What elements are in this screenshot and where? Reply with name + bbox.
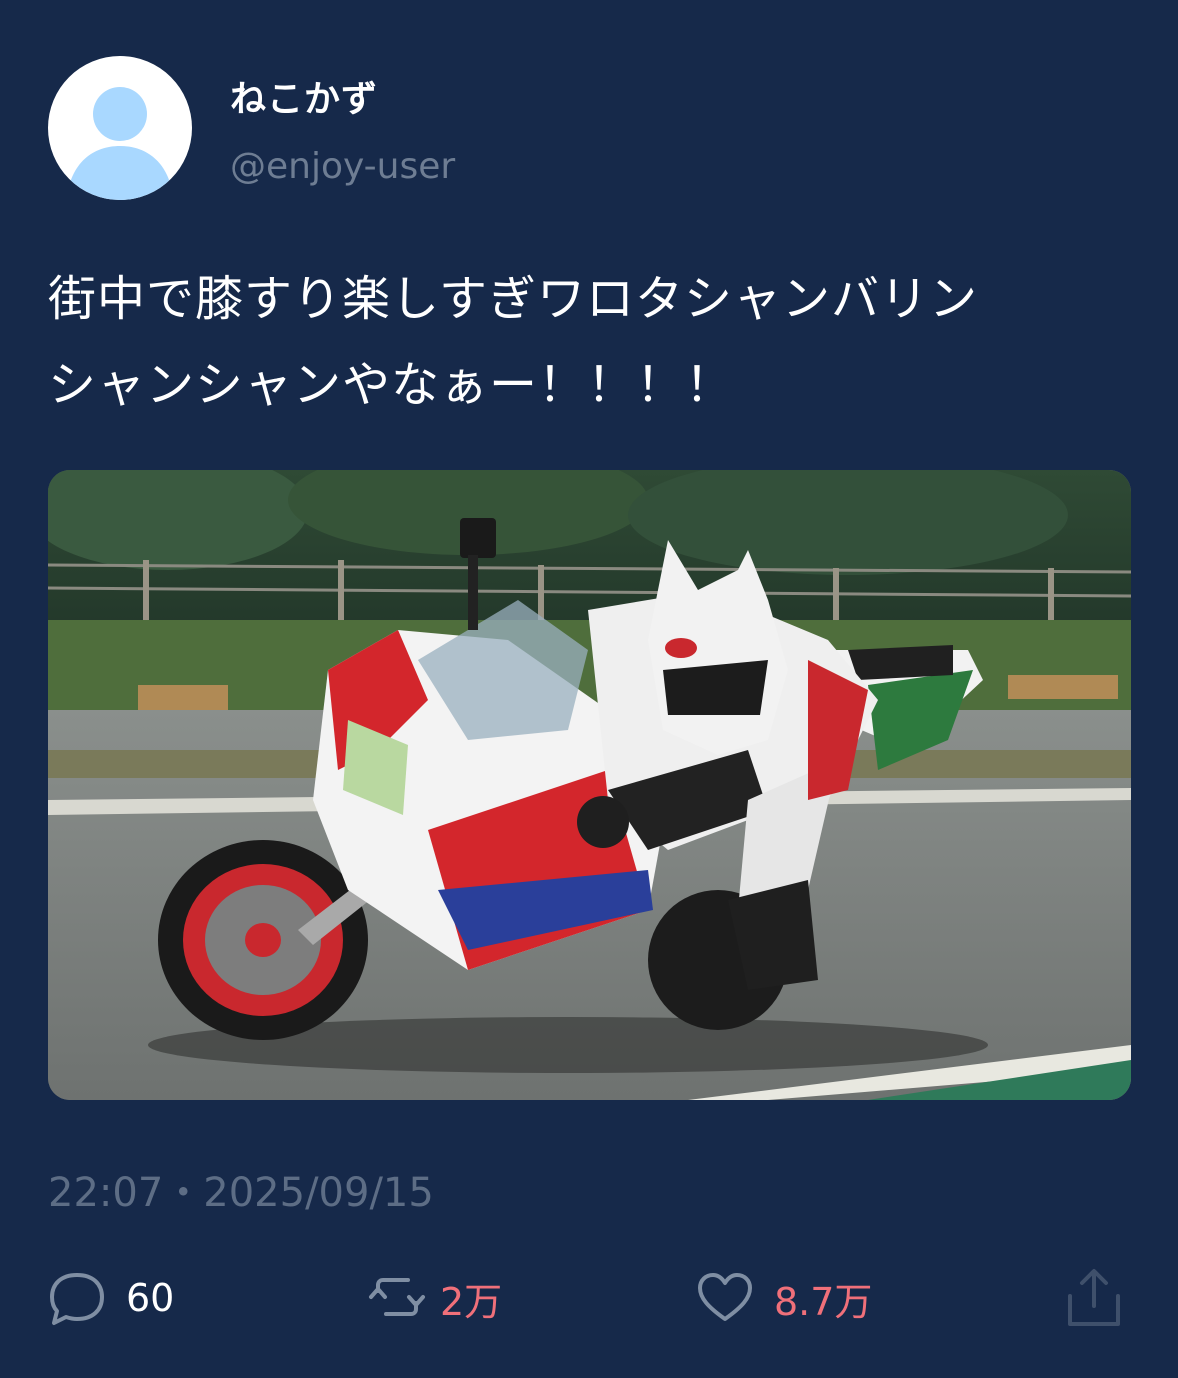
reply-count: 60 xyxy=(126,1276,175,1320)
tweet-text: 街中で膝すり楽しすぎワロタシャンバリン シャンシャンやなぁー！！！！ xyxy=(48,256,1138,428)
motorcycle-photo xyxy=(48,470,1131,1100)
reply-icon xyxy=(50,1273,104,1325)
retweet-button[interactable]: 2万 xyxy=(368,1266,502,1330)
share-button[interactable] xyxy=(1064,1266,1124,1330)
retweet-count: 2万 xyxy=(440,1279,503,1324)
reply-button[interactable]: 60 xyxy=(48,1266,174,1330)
tweet-text-line-2: シャンシャンやなぁー！！！！ xyxy=(48,357,735,413)
share-icon xyxy=(1068,1269,1120,1326)
tweet-timestamp[interactable]: 22:07・2025/09/15 xyxy=(48,1160,434,1218)
default-avatar-icon xyxy=(66,87,174,200)
retweet-icon xyxy=(369,1278,425,1316)
tweet-text-line-1: 街中で膝すり楽しすぎワロタシャンバリン xyxy=(48,271,979,327)
avatar[interactable] xyxy=(48,56,192,200)
user-handle[interactable]: @enjoy-user xyxy=(230,146,455,187)
tweet-photo[interactable] xyxy=(48,470,1131,1100)
like-button[interactable]: 8.7万 xyxy=(696,1266,872,1330)
like-count: 8.7万 xyxy=(774,1279,873,1324)
like-icon xyxy=(698,1273,752,1321)
display-name[interactable]: ねこかず xyxy=(230,70,378,122)
